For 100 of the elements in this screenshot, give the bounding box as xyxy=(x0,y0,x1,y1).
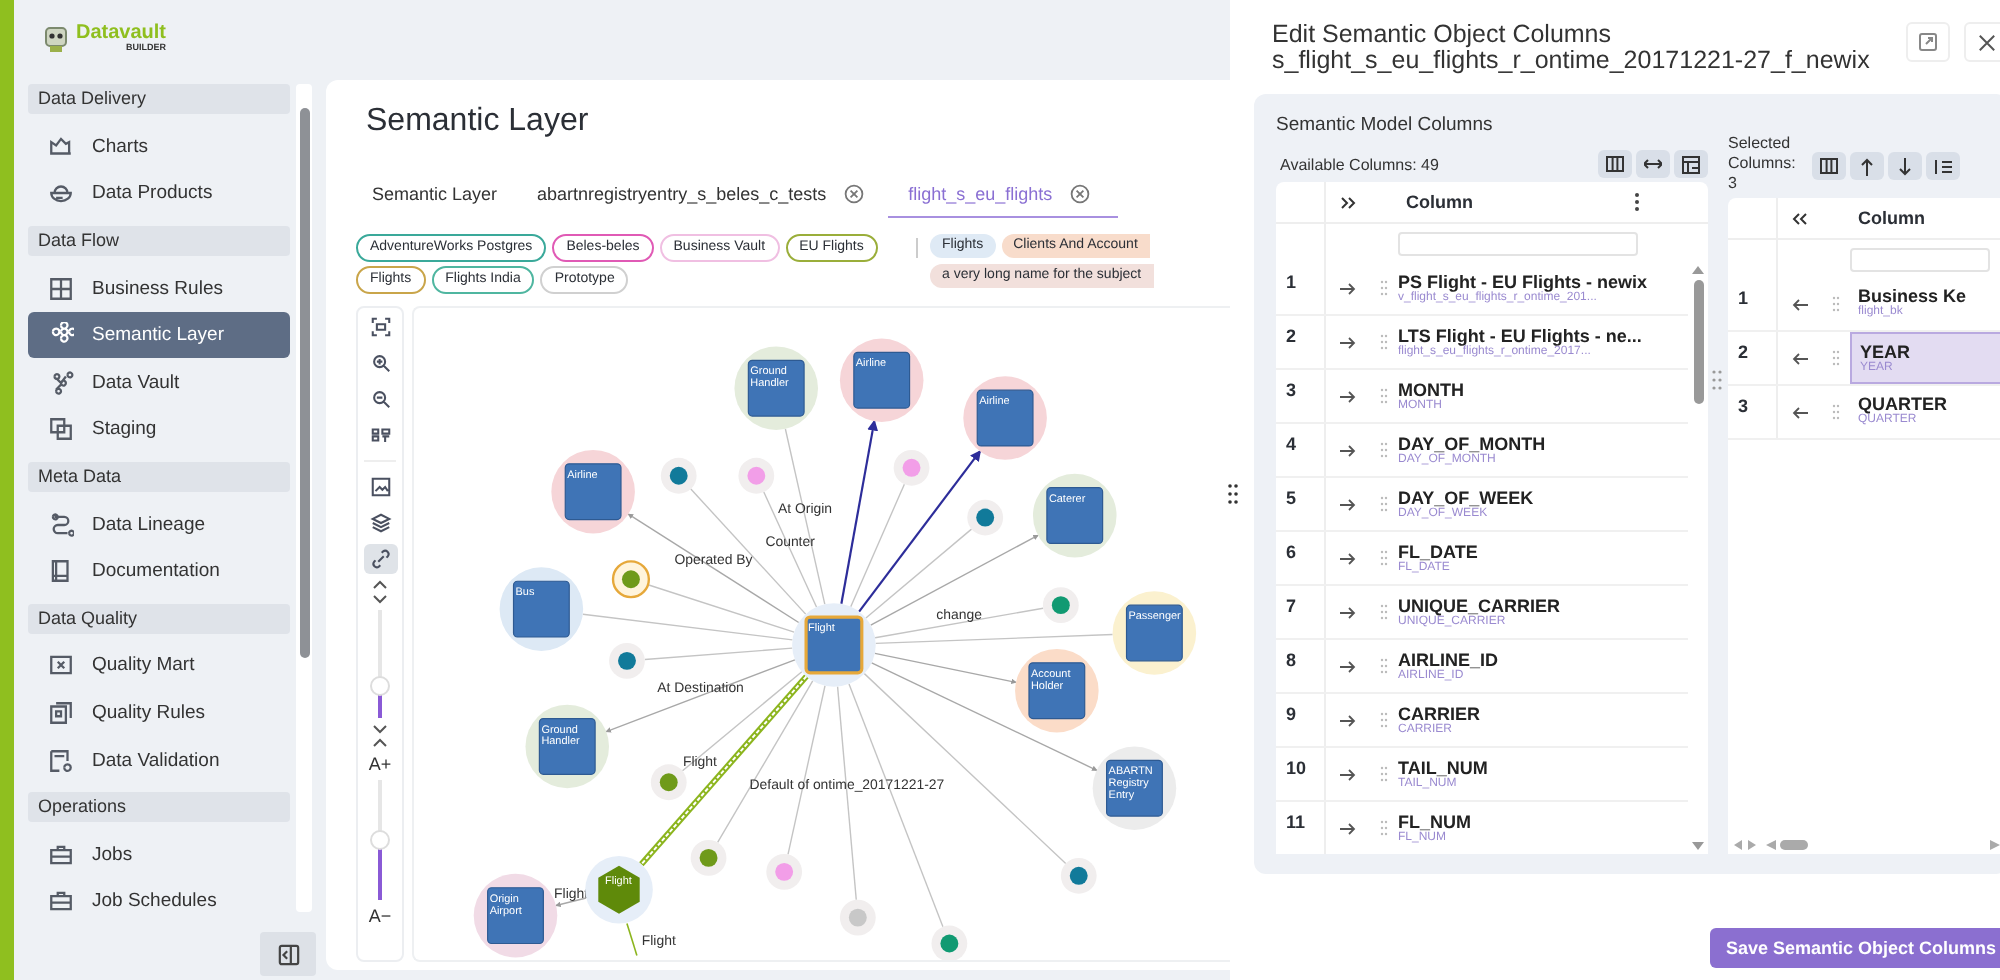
entity-node[interactable] xyxy=(839,338,924,423)
drag-handle-icon[interactable] xyxy=(1380,442,1388,458)
arrow-right-icon[interactable] xyxy=(1340,821,1356,835)
scroll-up-icon[interactable] xyxy=(1692,266,1704,274)
drag-handle-icon[interactable] xyxy=(1380,658,1388,674)
sidebar-item[interactable]: Job Schedules xyxy=(28,878,290,925)
expand-button[interactable] xyxy=(1906,22,1950,62)
graph-node[interactable] xyxy=(931,925,968,960)
entity-node[interactable] xyxy=(1032,473,1117,558)
export-button[interactable] xyxy=(1674,150,1708,178)
sidebar-item[interactable]: Data Products xyxy=(28,170,290,217)
drag-handle-icon[interactable] xyxy=(1832,296,1840,312)
drag-handle-icon[interactable] xyxy=(1228,484,1238,504)
graph-node[interactable] xyxy=(690,840,727,876)
drag-handle-icon[interactable] xyxy=(1380,496,1388,512)
drag-handle-icon[interactable] xyxy=(1832,404,1840,420)
collapse-icon[interactable] xyxy=(372,724,388,748)
slider-thumb[interactable] xyxy=(370,830,390,850)
link-button[interactable] xyxy=(363,544,397,574)
graph-node[interactable] xyxy=(660,457,697,494)
columns-button[interactable] xyxy=(1598,150,1632,178)
column-header[interactable]: Column xyxy=(1850,208,2000,228)
sidebar-item[interactable]: Data Validation xyxy=(28,737,290,784)
arrow-left-icon[interactable] xyxy=(1792,351,1808,365)
font-size-slider[interactable] xyxy=(370,780,390,900)
sidebar-item[interactable]: Staging xyxy=(28,406,290,453)
drag-handle-icon[interactable] xyxy=(1380,766,1388,782)
scrollbar[interactable] xyxy=(296,84,312,912)
graph-node[interactable] xyxy=(839,899,876,936)
entity-node[interactable] xyxy=(473,873,558,958)
arrow-right-icon[interactable] xyxy=(1340,767,1356,781)
arrow-right-icon[interactable] xyxy=(1340,713,1356,727)
sidebar-item[interactable]: Business Rules xyxy=(28,265,290,312)
entity-node[interactable] xyxy=(1015,648,1099,733)
graph-node[interactable] xyxy=(766,853,803,890)
arrow-right-icon[interactable] xyxy=(1340,551,1356,565)
arrow-right-icon[interactable] xyxy=(1340,659,1356,673)
save-button[interactable]: Save Semantic Object Columns xyxy=(1709,928,2000,968)
arrow-right-icon[interactable] xyxy=(1340,605,1356,619)
entity-node[interactable] xyxy=(963,376,1047,460)
graph-node[interactable] xyxy=(609,642,645,679)
sidebar-item[interactable]: Quality Mart xyxy=(28,642,290,689)
filter-field[interactable] xyxy=(1850,247,1990,271)
drag-handle-icon[interactable] xyxy=(1832,350,1840,366)
zoom-slider[interactable] xyxy=(370,610,390,718)
sidebar-item[interactable]: Quality Rules xyxy=(28,690,290,737)
scroll-thumb[interactable] xyxy=(1780,839,1808,849)
font-increase-button[interactable]: A+ xyxy=(368,754,392,774)
arrow-right-icon[interactable] xyxy=(1340,281,1356,295)
graph-node[interactable] xyxy=(967,499,1004,536)
kebab-menu-icon[interactable] xyxy=(1634,192,1640,212)
drag-handle-icon[interactable] xyxy=(1380,388,1388,404)
drag-handle-icon[interactable] xyxy=(1380,334,1388,350)
drag-handle-icon[interactable] xyxy=(1380,712,1388,728)
column-header[interactable]: Column xyxy=(1398,192,1634,212)
graph-node[interactable] xyxy=(650,764,687,801)
tab[interactable]: flight_s_eu_flights xyxy=(888,170,1119,218)
graph-node[interactable] xyxy=(1042,587,1079,624)
arrow-left-icon[interactable] xyxy=(1792,405,1808,419)
font-decrease-button[interactable]: A− xyxy=(368,906,392,926)
sidebar-item[interactable]: Jobs xyxy=(28,831,290,878)
tab[interactable]: abartnregistryentry_s_beles_c_tests xyxy=(521,170,889,218)
entity-node[interactable] xyxy=(1112,591,1197,675)
filter-field[interactable] xyxy=(1398,231,1638,255)
drag-handle-icon[interactable] xyxy=(1380,550,1388,566)
entity-node[interactable] xyxy=(551,449,635,534)
tab[interactable]: Semantic Layer xyxy=(356,170,522,218)
move-up-button[interactable] xyxy=(1850,152,1884,180)
slider-thumb[interactable] xyxy=(370,675,390,696)
entity-node[interactable] xyxy=(499,567,584,651)
entity-node[interactable] xyxy=(1092,746,1177,831)
arrow-right-icon[interactable] xyxy=(1340,389,1356,403)
arrow-right-icon[interactable] xyxy=(1340,335,1356,349)
sidebar-item[interactable]: Charts xyxy=(28,123,290,170)
sidebar-item[interactable]: Documentation xyxy=(28,548,290,595)
close-icon[interactable] xyxy=(1070,183,1091,203)
drag-handle-icon[interactable] xyxy=(1380,280,1388,296)
drag-handle-icon[interactable] xyxy=(1380,604,1388,620)
graph-node[interactable] xyxy=(738,457,775,494)
graph-node[interactable] xyxy=(893,449,930,486)
move-down-button[interactable] xyxy=(1888,152,1922,180)
scrollbar[interactable] xyxy=(1688,262,1708,854)
drag-handle-icon[interactable] xyxy=(1380,820,1388,836)
close-icon[interactable] xyxy=(844,183,865,203)
sidebar-item[interactable]: Data Lineage xyxy=(28,501,290,548)
graph-node[interactable] xyxy=(1060,857,1097,894)
entity-node[interactable] xyxy=(734,346,818,430)
sidebar-item[interactable]: Semantic Layer xyxy=(28,312,290,359)
entity-node[interactable] xyxy=(525,704,610,789)
entity-node[interactable] xyxy=(792,603,876,687)
double-chevron-icon[interactable] xyxy=(1340,195,1356,209)
arrow-right-icon[interactable] xyxy=(1340,443,1356,457)
arrow-right-icon[interactable] xyxy=(1340,497,1356,511)
collapse-button[interactable] xyxy=(260,932,316,976)
drag-handle-icon[interactable] xyxy=(1712,370,1722,390)
fit-width-button[interactable] xyxy=(1636,150,1670,178)
sidebar-item[interactable]: Data Vault xyxy=(28,359,290,406)
arrow-left-icon[interactable] xyxy=(1792,297,1808,311)
columns-button[interactable] xyxy=(1812,152,1846,180)
graph-node[interactable] xyxy=(611,560,651,599)
